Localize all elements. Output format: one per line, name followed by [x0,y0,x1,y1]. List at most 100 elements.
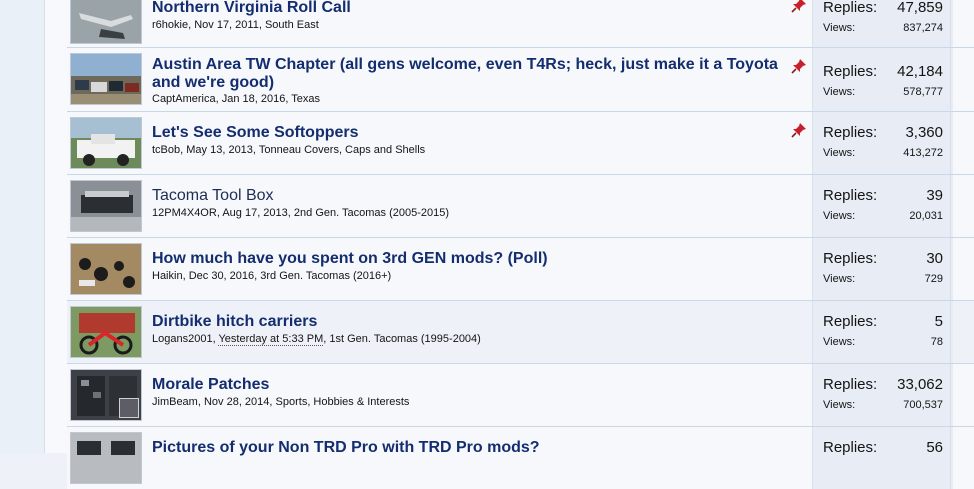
replies-stat: Replies: 5 [823,313,943,330]
thread-title[interactable]: Morale Patches [152,364,792,394]
views-stat: Views: 729 [823,273,943,285]
thread-row[interactable]: Austin Area TW Chapter (all gens welcome… [67,47,974,111]
thread-forum[interactable]: South East [265,19,319,31]
thread-forum[interactable]: Tonneau Covers, Caps and Shells [259,144,425,156]
thread-thumbnail[interactable] [70,432,142,484]
views-label: Views: [823,22,856,34]
thread-meta: r6hokie, Nov 17, 2011, South East [152,19,319,31]
thread-main: Northern Virginia Roll Call r6hokie, Nov… [152,0,792,32]
replies-label: Replies: [823,376,878,393]
thread-thumbnail[interactable] [70,306,142,358]
replies-stat: Replies: 39 [823,187,943,204]
views-label: Views: [823,147,856,159]
thread-date: Nov 17, 2011 [194,19,259,31]
thread-date: Nov 28, 2014 [203,396,270,408]
thread-thumbnail[interactable] [70,180,142,232]
thread-meta: JimBeam, Nov 28, 2014, Sports, Hobbies &… [152,396,410,408]
thread-thumbnail[interactable] [70,0,142,44]
replies-stat: Replies: 56 [823,439,943,456]
thread-title[interactable]: How much have you spent on 3rd GEN mods?… [152,238,792,268]
thread-meta: Haikin, Dec 30, 2016, 3rd Gen. Tacomas (… [152,270,392,282]
thread-author[interactable]: r6hokie [152,19,188,31]
thread-stats: Replies: 30 Views: 729 [812,238,953,300]
sticky-pin-icon [791,59,806,74]
thread-meta: tcBob, May 13, 2013, Tonneau Covers, Cap… [152,144,426,156]
thread-list-container: Northern Virginia Roll Call r6hokie, Nov… [45,0,974,489]
thread-main: Dirtbike hitch carriers Logans2001, Yest… [152,301,792,346]
replies-count: 56 [926,439,943,456]
thread-row[interactable]: How much have you spent on 3rd GEN mods?… [67,237,974,300]
thread-date: May 13, 2013 [186,144,253,156]
thread-date: Aug 17, 2013 [222,207,288,219]
thread-stats: Replies: 42,184 Views: 578,777 [812,48,953,111]
thread-author[interactable]: CaptAmerica [152,93,216,105]
thread-title[interactable]: Austin Area TW Chapter (all gens welcome… [152,48,792,92]
views-stat: Views: 20,031 [823,210,943,222]
replies-stat: Replies: 42,184 [823,63,943,80]
thread-main: Austin Area TW Chapter (all gens welcome… [152,48,792,106]
thread-main: Let's See Some Softoppers tcBob, May 13,… [152,112,792,157]
stats-divider [950,364,951,426]
views-label: Views: [823,86,856,98]
thread-thumbnail[interactable] [70,117,142,169]
replies-count: 5 [934,313,943,330]
thread-thumbnail[interactable] [70,243,142,295]
thread-forum[interactable]: 3rd Gen. Tacomas (2016+) [260,270,391,282]
toolbox-photo-icon [71,181,141,231]
thread-author[interactable]: tcBob [152,144,180,156]
thread-author[interactable]: 12PM4X4OR [152,207,217,219]
views-stat: Views: 78 [823,336,943,348]
thread-author[interactable]: Haikin [152,270,183,282]
views-label: Views: [823,273,856,285]
thread-forum[interactable]: 2nd Gen. Tacomas (2005-2015) [294,207,449,219]
views-stat: Views: 413,272 [823,147,943,159]
replies-label: Replies: [823,313,878,330]
stats-divider [950,175,951,237]
thread-main: How much have you spent on 3rd GEN mods?… [152,238,792,283]
thread-author[interactable]: JimBeam [152,396,198,408]
thread-date: Jan 18, 2016 [221,93,286,105]
thread-forum[interactable]: Sports, Hobbies & Interests [276,396,410,408]
views-count: 700,537 [903,399,943,411]
sticky-pin-icon [791,0,806,13]
thread-title[interactable]: Dirtbike hitch carriers [152,301,792,331]
thread-row[interactable]: Pictures of your Non TRD Pro with TRD Pr… [67,426,974,489]
stats-divider [950,238,951,300]
thread-list: Northern Virginia Roll Call r6hokie, Nov… [67,0,974,489]
white-truck-photo-icon [71,118,141,168]
replies-label: Replies: [823,250,878,267]
thread-author[interactable]: Logans2001 [152,333,213,345]
replies-count: 33,062 [897,376,943,393]
knife-icon [71,0,141,43]
replies-count: 3,360 [905,124,943,141]
thread-row[interactable]: Dirtbike hitch carriers Logans2001, Yest… [67,300,974,363]
thread-title[interactable]: Tacoma Tool Box [152,175,792,205]
thread-row[interactable]: Let's See Some Softoppers tcBob, May 13,… [67,111,974,174]
dirtbike-photo-icon [71,307,141,357]
replies-stat: Replies: 47,859 [823,0,943,16]
thread-row[interactable]: Morale Patches JimBeam, Nov 28, 2014, Sp… [67,363,974,426]
replies-label: Replies: [823,124,878,141]
replies-label: Replies: [823,0,878,16]
replies-label: Replies: [823,63,878,80]
thread-title[interactable]: Let's See Some Softoppers [152,112,792,142]
thread-stats: Replies: 56 [812,427,953,489]
thread-forum[interactable]: 1st Gen. Tacomas (1995-2004) [329,333,480,345]
stats-divider [950,301,951,363]
views-count: 78 [930,336,943,348]
avatar[interactable] [119,398,139,418]
replies-stat: Replies: 33,062 [823,376,943,393]
thread-title[interactable]: Northern Virginia Roll Call [152,0,792,17]
thread-meta: Logans2001, Yesterday at 5:33 PM, 1st Ge… [152,333,481,346]
replies-stat: Replies: 3,360 [823,124,943,141]
stats-divider [950,48,951,110]
thread-row[interactable]: Tacoma Tool Box 12PM4X4OR, Aug 17, 2013,… [67,174,974,237]
thread-meta: CaptAmerica, Jan 18, 2016, Texas [152,93,320,105]
thread-row[interactable]: Northern Virginia Roll Call r6hokie, Nov… [67,0,974,49]
replies-count: 47,859 [897,0,943,16]
thread-thumbnail[interactable] [70,53,142,105]
views-label: Views: [823,336,856,348]
views-count: 20,031 [909,210,943,222]
thread-forum[interactable]: Texas [291,93,320,105]
views-stat: Views: 837,274 [823,22,943,34]
